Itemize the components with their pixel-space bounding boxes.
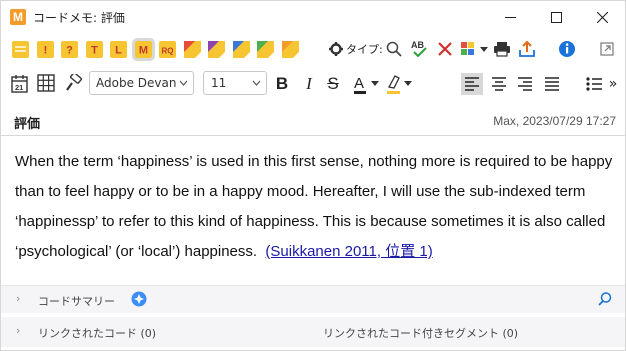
bullet-list-icon (586, 77, 602, 91)
linked-codes-row[interactable]: › リンクされたコード (0) リンクされたコード付きセグメント (0) (1, 317, 625, 347)
minimize-icon (505, 17, 516, 18)
search-icon[interactable] (597, 291, 613, 307)
maximize-button[interactable] (533, 1, 579, 33)
justify-icon (545, 77, 559, 91)
memo-icon-t[interactable]: T (85, 41, 103, 58)
align-right-button[interactable] (514, 73, 536, 95)
memo-title[interactable]: 評価 (14, 113, 40, 132)
svg-text:T: T (91, 45, 98, 57)
gear-icon[interactable] (328, 39, 344, 59)
memo-icon-orange[interactable] (281, 41, 299, 58)
memo-icon-question[interactable]: ? (61, 41, 78, 58)
bold-button[interactable]: B (274, 73, 290, 95)
ai-assist-icon[interactable] (131, 291, 147, 307)
memo-icon-blue[interactable] (232, 41, 250, 58)
memo-icon-l[interactable]: L (110, 41, 127, 58)
export-icon[interactable] (518, 39, 536, 59)
linked-segments-label: リンクされたコード付きセグメント (0) (323, 327, 519, 340)
delete-icon[interactable] (437, 39, 453, 59)
more-tools-icon[interactable]: » (607, 73, 619, 95)
font-size-select[interactable]: 11 (203, 71, 267, 95)
spellcheck-icon[interactable]: AB (410, 39, 428, 59)
font-family-select[interactable]: Adobe Devana (89, 71, 194, 95)
close-button[interactable] (579, 1, 625, 33)
svg-text:RQ: RQ (162, 47, 174, 56)
highlight-button[interactable] (386, 73, 416, 95)
memo-icon-exclaim[interactable]: ! (36, 41, 54, 58)
chevron-down-icon (252, 80, 261, 86)
search-icon[interactable] (386, 39, 402, 59)
memo-icon-rq[interactable]: RQ (159, 41, 176, 58)
maximize-icon (551, 12, 562, 23)
citation-link[interactable]: (Suikkanen 2011, 位置 1) (265, 243, 432, 260)
memo-icon-purple[interactable] (208, 41, 225, 58)
font-color-icon: A (354, 75, 379, 94)
font-color-button[interactable]: A (353, 73, 383, 95)
font-size-value: 11 (211, 76, 227, 90)
svg-text:?: ? (66, 45, 73, 57)
format-toolbar: 21 Adobe Devana 11 B I S A » (1, 67, 625, 101)
calendar-icon[interactable]: 21 (11, 74, 28, 94)
info-icon[interactable] (558, 39, 576, 59)
strikethrough-button[interactable]: S (325, 73, 341, 95)
open-external-icon[interactable] (599, 39, 615, 59)
close-icon (597, 12, 608, 23)
svg-text:21: 21 (15, 83, 23, 92)
format-painter-icon[interactable] (64, 74, 82, 94)
memo-icon-red[interactable] (183, 41, 201, 58)
chevron-right-icon[interactable]: › (16, 324, 20, 337)
code-summary-row[interactable]: › コードサマリー (1, 285, 625, 313)
chevron-down-icon (179, 80, 188, 86)
memo-text-editor[interactable]: When the term ‘happiness’ is used in thi… (15, 147, 615, 267)
italic-button[interactable]: I (301, 73, 317, 95)
highlighter-icon (387, 75, 412, 94)
svg-text:AB: AB (411, 40, 424, 50)
chevron-right-icon[interactable]: › (16, 292, 20, 305)
align-center-button[interactable] (488, 73, 510, 95)
window-title: コードメモ: 評価 (33, 11, 125, 25)
memo-header: 評価 Max, 2023/07/29 17:27 (1, 108, 625, 136)
align-center-icon (492, 77, 506, 91)
linked-codes-label: リンクされたコード (0) (38, 327, 157, 340)
code-summary-label: コードサマリー (38, 295, 115, 308)
memo-toolbar: !? T L M RQ タイプ: AB (1, 33, 625, 65)
justify-button[interactable] (541, 73, 563, 95)
table-icon[interactable] (37, 74, 55, 94)
title-bar: M コードメモ: 評価 (1, 1, 625, 33)
print-icon[interactable] (493, 39, 511, 59)
minimize-button[interactable] (487, 1, 533, 33)
app-icon: M (10, 9, 26, 25)
align-right-icon (518, 77, 532, 91)
memo-colors-icon[interactable] (460, 39, 490, 59)
svg-text:!: ! (43, 45, 47, 57)
bullet-list-button[interactable] (584, 73, 604, 95)
memo-icon-m[interactable]: M (131, 38, 155, 61)
memo-icon-green[interactable] (257, 41, 274, 58)
svg-text:M: M (138, 45, 147, 57)
svg-text:L: L (115, 45, 122, 57)
align-left-button[interactable] (461, 73, 483, 95)
type-label: タイプ: (346, 43, 383, 56)
font-family-value: Adobe Devana (96, 76, 176, 90)
memo-icon-plain[interactable] (12, 41, 29, 58)
code-memo-window: M コードメモ: 評価 !? T L M RQ タイプ: AB 21 Adobe… (0, 0, 626, 351)
memo-author-date: Max, 2023/07/29 17:27 (493, 114, 616, 128)
align-left-icon (465, 77, 479, 91)
svg-text:A: A (354, 75, 364, 92)
